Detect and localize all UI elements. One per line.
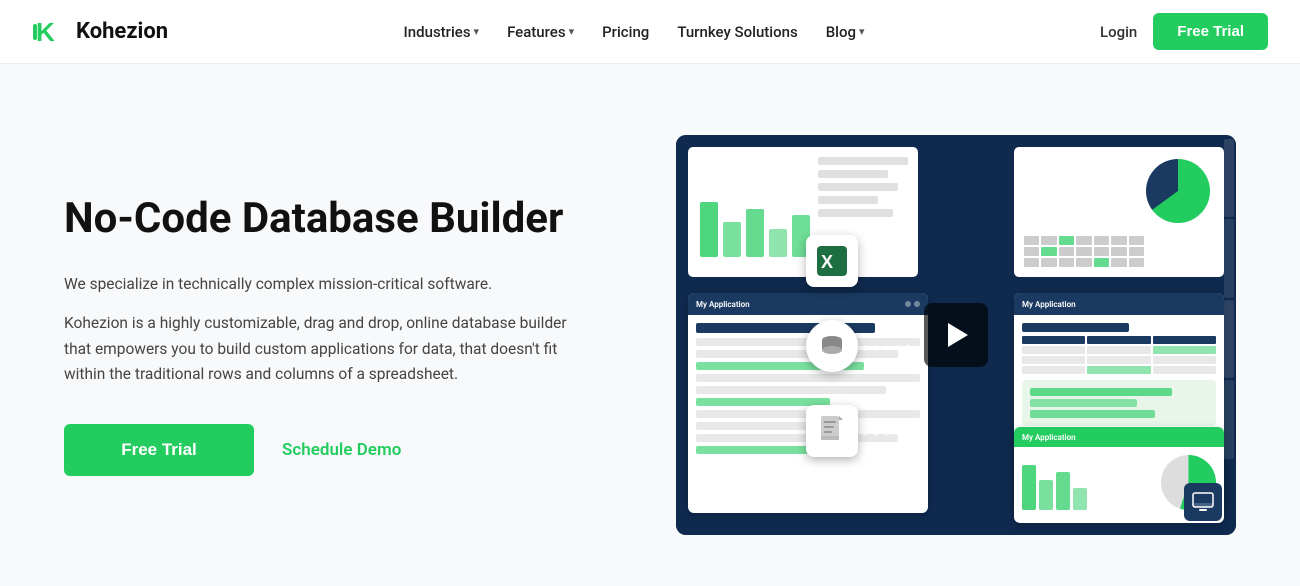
play-icon bbox=[948, 323, 968, 347]
nav-blog[interactable]: Blog ▾ bbox=[814, 15, 877, 49]
nav-industries[interactable]: Industries ▾ bbox=[392, 15, 492, 49]
chevron-down-icon: ▾ bbox=[474, 25, 480, 38]
database-icon bbox=[806, 320, 858, 372]
nav-right: Login Free Trial bbox=[1100, 13, 1268, 50]
screen-icon bbox=[1184, 483, 1222, 521]
chevron-down-icon: ▾ bbox=[859, 25, 865, 38]
hero-subtitle: We specialize in technically complex mis… bbox=[64, 272, 584, 297]
login-link[interactable]: Login bbox=[1100, 23, 1137, 41]
hero-buttons: Free Trial Schedule Demo bbox=[64, 424, 584, 476]
arrow-dots-bottom bbox=[862, 428, 914, 438]
navbar: K Kohezion Industries ▾ Features ▾ Prici… bbox=[0, 0, 1300, 64]
logo[interactable]: K Kohezion bbox=[32, 14, 168, 50]
hero-free-trial-button[interactable]: Free Trial bbox=[64, 424, 254, 476]
svg-text:X: X bbox=[821, 252, 833, 272]
panel-top-right bbox=[1014, 147, 1224, 277]
logo-icon: K bbox=[32, 14, 68, 50]
hero-title: No-Code Database Builder bbox=[64, 194, 584, 244]
hero-content: No-Code Database Builder We specialize i… bbox=[64, 194, 584, 476]
nav-turnkey[interactable]: Turnkey Solutions bbox=[665, 15, 809, 49]
arrow-dots-top bbox=[862, 258, 914, 268]
hero-section: No-Code Database Builder We specialize i… bbox=[0, 64, 1300, 586]
nav-free-trial-button[interactable]: Free Trial bbox=[1153, 13, 1268, 50]
hero-body: Kohezion is a highly customizable, drag … bbox=[64, 311, 584, 388]
nav-features[interactable]: Features ▾ bbox=[495, 15, 586, 49]
excel-icon: X bbox=[806, 235, 858, 287]
side-bars bbox=[1222, 135, 1236, 535]
nav-links: Industries ▾ Features ▾ Pricing Turnkey … bbox=[392, 15, 877, 49]
panel-mid-left: My Application bbox=[688, 293, 928, 513]
chevron-down-icon: ▾ bbox=[569, 25, 575, 38]
logo-text: Kohezion bbox=[76, 19, 168, 44]
nav-pricing[interactable]: Pricing bbox=[590, 15, 661, 49]
hero-illustration: My Application bbox=[676, 135, 1236, 535]
document-icon bbox=[806, 405, 858, 457]
schedule-demo-link[interactable]: Schedule Demo bbox=[282, 440, 401, 460]
play-button[interactable] bbox=[924, 303, 988, 367]
arrow-dots-mid bbox=[862, 343, 914, 353]
svg-text:K: K bbox=[36, 17, 55, 47]
